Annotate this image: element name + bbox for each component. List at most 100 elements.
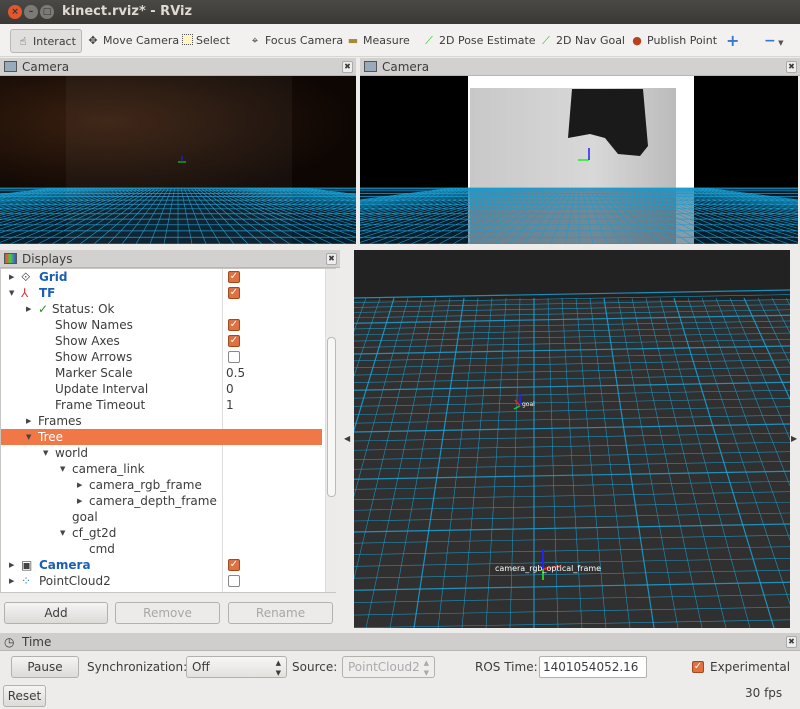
- enable-checkbox[interactable]: ✓: [228, 287, 240, 299]
- time-panel-header: ◷ Time ✖: [0, 633, 800, 651]
- enable-checkbox[interactable]: ✓: [228, 319, 240, 331]
- property-value[interactable]: 0.5: [226, 365, 245, 381]
- expand-down-icon[interactable]: ▼: [9, 285, 14, 301]
- expand-down-icon[interactable]: ▼: [60, 525, 65, 541]
- tree-row[interactable]: Update Interval 0: [1, 381, 322, 397]
- tree-row[interactable]: ▶ camera_rgb_frame: [1, 477, 322, 493]
- 3d-viewport[interactable]: goal camera_rgb_optical_frame: [354, 250, 790, 628]
- tree-row[interactable]: goal: [1, 509, 322, 525]
- tree-row[interactable]: Show Arrows: [1, 349, 322, 365]
- collapse-left-arrow[interactable]: ◀: [344, 434, 350, 443]
- expand-down-icon[interactable]: ▼: [60, 461, 65, 477]
- rename-display-button[interactable]: Rename: [228, 602, 333, 624]
- grid-line: [561, 297, 583, 628]
- tree-row[interactable]: ▶ ✓ Status: Ok: [1, 301, 322, 317]
- pause-button[interactable]: Pause: [11, 656, 79, 678]
- sync-label: Synchronization:: [87, 660, 188, 674]
- expand-right-icon[interactable]: ▶: [26, 413, 31, 429]
- close-panel-button[interactable]: ✖: [326, 253, 337, 265]
- tree-row[interactable]: cmd: [1, 541, 322, 557]
- tree-row[interactable]: Show Names ✓: [1, 317, 322, 333]
- expand-right-icon[interactable]: ▶: [9, 573, 14, 589]
- grid-line: [354, 397, 790, 407]
- map-pin-icon: ●: [632, 34, 642, 47]
- expand-right-icon[interactable]: ▶: [77, 477, 82, 493]
- expand-right-icon[interactable]: ▶: [9, 557, 14, 573]
- move-icon: ✥: [88, 34, 98, 47]
- tool-publish-point[interactable]: ● Publish Point: [628, 29, 717, 53]
- green-arrow-icon: ⟋: [542, 34, 550, 47]
- tree-row[interactable]: ▼ cf_gt2d: [1, 525, 322, 541]
- tool-2d-nav-goal[interactable]: ⟋ 2D Nav Goal: [537, 29, 625, 53]
- tree-row-label: Show Axes: [55, 334, 120, 348]
- reset-button[interactable]: Reset: [3, 685, 46, 707]
- close-panel-button[interactable]: ✖: [786, 61, 797, 73]
- expand-right-icon[interactable]: ▶: [77, 493, 82, 509]
- grid-line: [603, 297, 655, 628]
- collapse-right-arrow[interactable]: ▶: [791, 434, 797, 443]
- tree-row[interactable]: Show Axes ✓: [1, 333, 322, 349]
- tree-row[interactable]: ▶ camera_depth_frame: [1, 493, 322, 509]
- tool-2d-pose-estimate[interactable]: ⟋ 2D Pose Estimate: [420, 29, 535, 53]
- experimental-label: Experimental: [710, 660, 791, 674]
- chevron-down-icon: ▼: [775, 39, 784, 47]
- enable-checkbox[interactable]: [228, 351, 240, 363]
- grid-line: [437, 297, 479, 628]
- tree-row[interactable]: ▼ Tree: [1, 429, 322, 445]
- grid-line: [354, 441, 790, 451]
- maximize-window-button[interactable]: □: [40, 5, 54, 19]
- enable-checkbox[interactable]: [228, 575, 240, 587]
- remove-tool-button[interactable]: − ▼: [762, 29, 784, 53]
- grid-line: [354, 470, 790, 480]
- property-value[interactable]: 0: [226, 381, 234, 397]
- camera-view-rgb[interactable]: [0, 76, 356, 244]
- expand-down-icon[interactable]: ▼: [26, 429, 31, 445]
- remove-display-button[interactable]: Remove: [115, 602, 220, 624]
- close-panel-button[interactable]: ✖: [342, 61, 353, 73]
- add-display-button[interactable]: Add: [4, 602, 108, 624]
- enable-checkbox[interactable]: ✓: [228, 559, 240, 571]
- grid-line: [547, 297, 559, 628]
- synchronization-select[interactable]: Off ▲ ▼: [186, 656, 287, 678]
- tree-row[interactable]: Marker Scale 0.5: [1, 365, 322, 381]
- tool-select[interactable]: Select: [180, 29, 230, 53]
- enable-checkbox[interactable]: ✓: [228, 335, 240, 347]
- tool-measure[interactable]: ▬ Measure: [344, 29, 410, 53]
- grid-line: [365, 297, 437, 628]
- scrollbar-thumb[interactable]: [327, 337, 336, 497]
- source-select[interactable]: PointCloud2 ▲ ▼: [342, 656, 435, 678]
- tree-row[interactable]: Frame Timeout 1: [1, 397, 322, 413]
- tree-row[interactable]: ▶ ⟐ Grid ✓: [1, 269, 322, 285]
- expand-down-icon[interactable]: ▼: [43, 445, 48, 461]
- minimize-window-button[interactable]: –: [24, 5, 38, 19]
- tf-label-frame: camera_rgb_optical_frame: [495, 564, 602, 573]
- grid-line: [354, 523, 790, 533]
- camera-view-depth[interactable]: [360, 76, 798, 244]
- tool-focus-camera[interactable]: ⌖ Focus Camera: [246, 29, 343, 53]
- tool-move-camera[interactable]: ✥ Move Camera: [84, 29, 179, 53]
- camera-icon: [4, 61, 17, 72]
- property-value[interactable]: 1: [226, 397, 234, 413]
- grid-line: [509, 297, 521, 628]
- experimental-checkbox[interactable]: ✓: [692, 661, 704, 673]
- tree-row[interactable]: ▶ ▣ Camera ✓: [1, 557, 322, 573]
- ros-time-field[interactable]: 1401054052.16: [539, 656, 647, 678]
- tree-row[interactable]: ▼ ⅄ TF ✓: [1, 285, 322, 301]
- green-arrow-icon: ⟋: [425, 34, 433, 47]
- expand-right-icon[interactable]: ▶: [26, 301, 31, 317]
- tree-row[interactable]: ▼ camera_link: [1, 461, 322, 477]
- tree-row[interactable]: ▶ ⁘ PointCloud2: [1, 573, 322, 589]
- close-window-button[interactable]: ×: [8, 5, 22, 19]
- grid-line: [354, 414, 790, 424]
- tree-row-label: Show Arrows: [55, 350, 133, 364]
- monitor-icon: [4, 253, 17, 264]
- displays-scrollbar[interactable]: [325, 269, 336, 592]
- close-panel-button[interactable]: ✖: [786, 636, 797, 648]
- tool-interact[interactable]: ☝ Interact: [10, 29, 82, 53]
- tree-row[interactable]: ▼ world: [1, 445, 322, 461]
- enable-checkbox[interactable]: ✓: [228, 271, 240, 283]
- add-tool-button[interactable]: +: [724, 29, 739, 53]
- minus-icon: −: [764, 33, 776, 49]
- tree-row[interactable]: ▶ Frames: [1, 413, 322, 429]
- expand-right-icon[interactable]: ▶: [9, 269, 14, 285]
